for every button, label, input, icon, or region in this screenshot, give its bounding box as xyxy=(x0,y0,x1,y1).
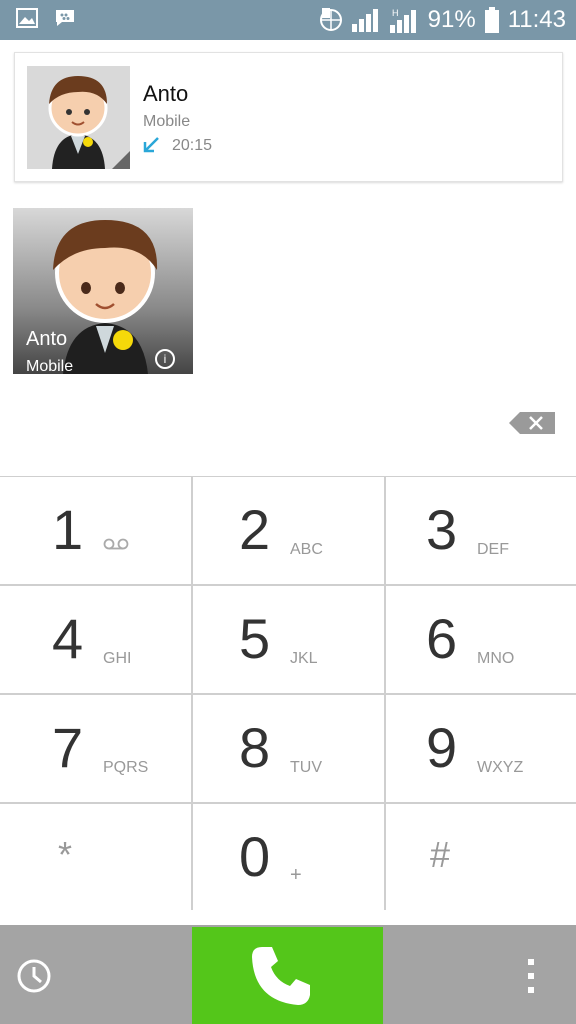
key-digit: 6 xyxy=(426,607,458,670)
key-digit: 7 xyxy=(52,716,84,779)
dial-key-star[interactable]: * xyxy=(0,804,191,911)
key-letters: PQRS xyxy=(103,759,149,776)
bottom-action-bar xyxy=(0,925,576,1024)
key-letters: GHI xyxy=(103,650,132,667)
gallery-icon xyxy=(16,8,38,28)
dialpad: 1 2 ABC 3 DEF 4 GHI 5 JKL 6 MNO 7 PQRS 8… xyxy=(0,476,576,911)
battery-icon xyxy=(484,7,500,33)
more-vert-icon xyxy=(528,959,534,993)
key-digit: 5 xyxy=(239,607,271,670)
dial-key-1[interactable]: 1 xyxy=(0,477,191,584)
dial-key-7[interactable]: 7 PQRS xyxy=(0,695,191,802)
caller-name: Anto xyxy=(143,81,189,106)
status-bar: H 91% 11:43 xyxy=(0,0,576,40)
dial-key-5[interactable]: 5 JKL xyxy=(193,586,384,693)
caller-number-type: Mobile xyxy=(143,113,191,130)
call-history-button[interactable] xyxy=(0,925,190,1024)
key-digit: 0 xyxy=(239,825,271,888)
contact-avatar[interactable] xyxy=(27,66,130,169)
call-button[interactable] xyxy=(192,927,383,1024)
key-letters: JKL xyxy=(290,650,318,667)
dial-key-hash[interactable]: # xyxy=(386,804,576,911)
key-digit: 4 xyxy=(52,607,84,670)
phone-icon xyxy=(252,947,310,1005)
incoming-call-icon xyxy=(141,135,161,161)
key-letters: WXYZ xyxy=(477,759,524,776)
signal-icon xyxy=(351,8,382,32)
call-time: 20:15 xyxy=(172,137,213,154)
dial-key-0[interactable]: 0 + xyxy=(193,804,384,911)
contact-tile-name: Anto xyxy=(26,328,68,350)
key-letters: ABC xyxy=(290,541,323,558)
info-icon[interactable]: i xyxy=(155,349,175,369)
contact-tile[interactable]: Anto Mobile i xyxy=(13,208,193,374)
dial-key-8[interactable]: 8 TUV xyxy=(193,695,384,802)
clock-icon xyxy=(17,959,51,993)
backspace-button[interactable] xyxy=(509,412,555,434)
key-digit: 9 xyxy=(426,716,458,779)
dial-key-4[interactable]: 4 GHI xyxy=(0,586,191,693)
clock: 11:43 xyxy=(507,6,566,33)
dial-key-9[interactable]: 9 WXYZ xyxy=(386,695,576,802)
recent-call-card[interactable]: Anto Mobile 20:15 xyxy=(14,52,563,182)
dial-key-6[interactable]: 6 MNO xyxy=(386,586,576,693)
svg-text:H: H xyxy=(392,8,399,18)
key-digit: 8 xyxy=(239,716,271,779)
overflow-menu-button[interactable] xyxy=(385,925,576,1024)
card-corner-marker xyxy=(112,151,130,169)
key-letters: + xyxy=(290,864,302,886)
battery-percent: 91% xyxy=(427,6,476,33)
key-letters: MNO xyxy=(477,650,515,667)
data-sync-icon xyxy=(318,7,344,33)
dial-key-2[interactable]: 2 ABC xyxy=(193,477,384,584)
voicemail-icon xyxy=(103,537,129,555)
dial-key-3[interactable]: 3 DEF xyxy=(386,477,576,584)
hspa-signal-icon: H xyxy=(389,7,420,33)
bbm-icon xyxy=(54,8,76,28)
key-digit: 2 xyxy=(239,498,271,561)
backspace-icon xyxy=(509,412,555,434)
contact-tile-type: Mobile xyxy=(26,358,74,374)
key-digit: 1 xyxy=(52,498,84,561)
key-letters: TUV xyxy=(290,759,322,776)
key-digit: # xyxy=(430,834,451,875)
key-letters: DEF xyxy=(477,541,509,558)
key-digit: * xyxy=(58,834,73,875)
key-digit: 3 xyxy=(426,498,458,561)
